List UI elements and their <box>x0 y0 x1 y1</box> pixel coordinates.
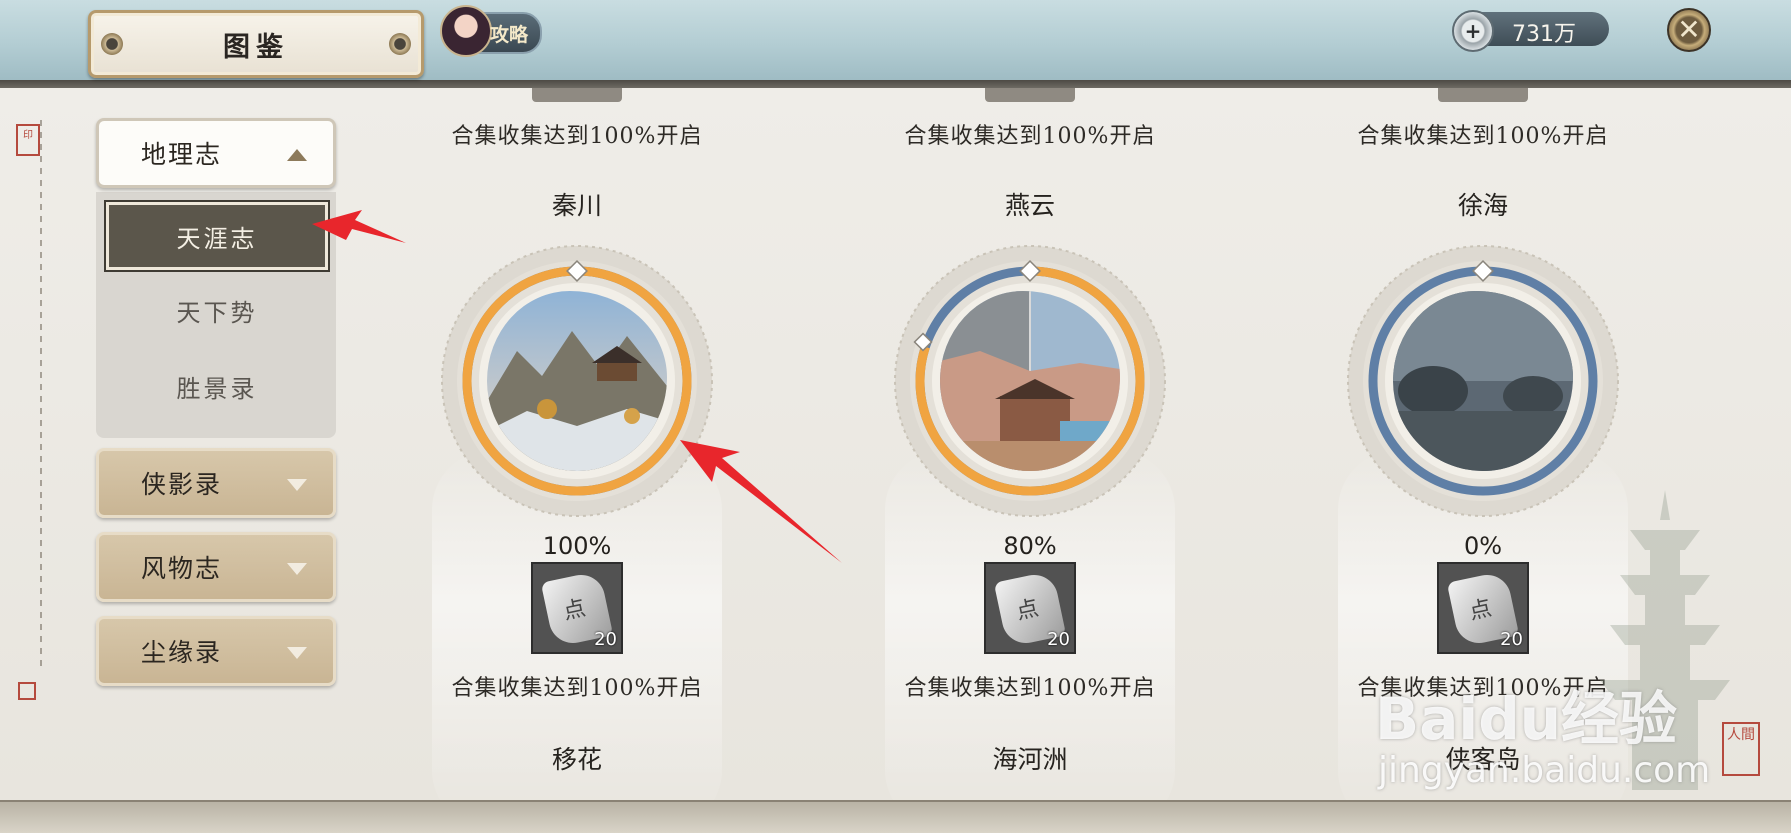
seal-stamp-icon: 印 <box>16 124 40 156</box>
watermark-url: jingyan.baidu.com <box>1378 750 1711 791</box>
subitem-tianxiashi[interactable]: 天下势 <box>106 276 328 344</box>
currency-value: 731万 <box>1512 22 1576 47</box>
region-card-qinchuan[interactable] <box>436 240 718 522</box>
unlock-condition: 合集收集达到100%开启 <box>904 676 1156 701</box>
subitem-label: 天下势 <box>176 298 258 327</box>
reward-count: 20 <box>1047 629 1070 650</box>
region-card-xuhai[interactable] <box>1342 240 1624 522</box>
region-name: 秦川 <box>551 191 602 220</box>
unlock-condition: 合集收集达到100%开启 <box>451 124 703 149</box>
subitem-tianyazhi[interactable]: 天涯志 <box>104 200 330 272</box>
region-name: 燕云 <box>1004 191 1055 220</box>
region-name: 移花 <box>551 745 602 774</box>
close-button[interactable]: ✕ <box>1667 8 1711 52</box>
knob-right-icon <box>389 33 411 55</box>
subitem-label: 胜景录 <box>176 374 258 403</box>
reward-item[interactable]: 点 20 <box>1437 562 1529 654</box>
unlock-condition: 合集收集达到100%开启 <box>904 124 1156 149</box>
knob-left-icon <box>101 33 123 55</box>
category-label: 地理志 <box>141 140 223 169</box>
watermark-logo: Baidu经验 <box>1375 685 1678 753</box>
expand-arrow-icon <box>287 563 307 575</box>
region-image-qinchuan <box>487 291 667 471</box>
reward-item[interactable]: 点 20 <box>531 562 623 654</box>
category-xiayinglu[interactable]: 侠影录 <box>96 448 336 518</box>
previous-reward-stub <box>532 88 622 102</box>
previous-reward-stub <box>985 88 1075 102</box>
expand-arrow-icon <box>287 479 307 491</box>
reward-item[interactable]: 点 20 <box>984 562 1076 654</box>
progress-percent: 0% <box>1463 532 1503 560</box>
page-title-tab: 图鉴 <box>88 10 424 78</box>
region-image-xuhai <box>1393 291 1573 471</box>
progress-percent: 80% <box>1003 532 1057 560</box>
category-label: 风物志 <box>141 554 223 583</box>
category-chenyuanlu[interactable]: 尘缘录 <box>96 616 336 686</box>
category-label: 尘缘录 <box>141 638 223 667</box>
seal-stamp-icon: 人間 <box>1722 722 1760 776</box>
top-bar-edge <box>0 80 1791 88</box>
region-card-yanyun[interactable] <box>889 240 1171 522</box>
guide-avatar-icon[interactable] <box>440 5 492 57</box>
guide-label[interactable]: 攻略 <box>490 20 528 47</box>
region-name: 海河洲 <box>992 745 1068 774</box>
seal-stamp-icon <box>18 682 36 700</box>
collapse-arrow-icon <box>287 149 307 161</box>
page-title: 图鉴 <box>223 31 289 63</box>
add-coin-icon[interactable]: + <box>1452 10 1494 52</box>
region-name: 徐海 <box>1457 191 1508 220</box>
previous-reward-stub <box>1438 88 1528 102</box>
unlock-condition: 合集收集达到100%开启 <box>1357 124 1609 149</box>
expand-arrow-icon <box>287 647 307 659</box>
close-icon: ✕ <box>1677 13 1701 46</box>
progress-percent: 100% <box>542 532 612 560</box>
category-geography[interactable]: 地理志 <box>96 118 336 188</box>
category-fengwuzhi[interactable]: 风物志 <box>96 532 336 602</box>
bottom-bar <box>0 800 1791 833</box>
region-image-yanyun <box>940 291 1120 471</box>
unlock-condition: 合集收集达到100%开启 <box>451 676 703 701</box>
calligraphy-decoration <box>18 120 68 700</box>
subitem-label: 天涯志 <box>176 224 258 253</box>
subitem-shengjinglu[interactable]: 胜景录 <box>106 352 328 420</box>
reward-count: 20 <box>594 629 617 650</box>
category-label: 侠影录 <box>141 470 223 499</box>
reward-count: 20 <box>1500 629 1523 650</box>
